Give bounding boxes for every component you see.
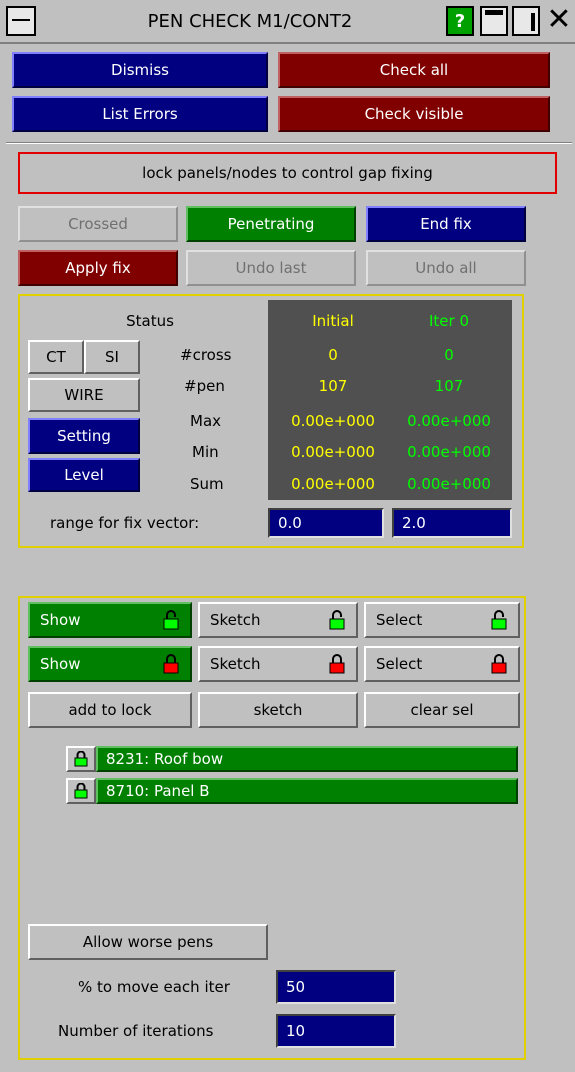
- unlock-icon: [163, 610, 179, 630]
- show-label: Show: [40, 655, 81, 673]
- list-item[interactable]: 8710: Panel B: [66, 778, 518, 804]
- sketch-label: Sketch: [210, 611, 261, 629]
- minimize-button[interactable]: [480, 6, 508, 36]
- lock-icon: [74, 751, 88, 767]
- sum-initial: 0.00e+000: [291, 475, 375, 493]
- unlock-icon: [491, 610, 507, 630]
- lock-message: lock panels/nodes to control gap fixing: [18, 152, 557, 194]
- status-heading: Status: [126, 312, 174, 330]
- show-unlocked-button[interactable]: Show: [28, 602, 192, 638]
- range-min-field[interactable]: 0.0: [268, 508, 384, 538]
- min-iter: 0.00e+000: [407, 443, 491, 461]
- question-icon: ?: [454, 10, 466, 32]
- wire-button[interactable]: WIRE: [28, 378, 140, 412]
- min-initial: 0.00e+000: [291, 443, 375, 461]
- max-iter: 0.00e+000: [407, 412, 491, 430]
- iterations-label: Number of iterations: [58, 1022, 214, 1040]
- row-label-cross: #cross: [180, 346, 232, 364]
- range-max-field[interactable]: 2.0: [392, 508, 512, 538]
- col-initial-header: Initial: [312, 312, 354, 330]
- end-fix-button[interactable]: End fix: [366, 206, 526, 242]
- row-label-pen: #pen: [184, 377, 225, 395]
- check-all-button[interactable]: Check all: [278, 52, 550, 88]
- select-locked-button[interactable]: Select: [364, 646, 520, 682]
- divider: [6, 142, 572, 144]
- undo-last-button[interactable]: Undo last: [186, 250, 356, 286]
- maximize-icon: [531, 13, 535, 31]
- col-iter-header: Iter 0: [428, 312, 469, 330]
- lock-icon: [163, 654, 179, 674]
- row-lock-toggle[interactable]: [66, 778, 96, 804]
- penetrating-button[interactable]: Penetrating: [186, 206, 356, 242]
- sum-iter: 0.00e+000: [407, 475, 491, 493]
- allow-worse-pens-button[interactable]: Allow worse pens: [28, 924, 268, 960]
- undo-all-button[interactable]: Undo all: [366, 250, 526, 286]
- list-errors-button[interactable]: List Errors: [12, 96, 268, 132]
- list-item-label: 8231: Roof bow: [96, 746, 518, 772]
- lock-icon: [74, 783, 88, 799]
- clear-sel-button[interactable]: clear sel: [364, 692, 520, 728]
- status-grid: [268, 300, 512, 500]
- help-button[interactable]: ?: [446, 6, 474, 36]
- row-label-min: Min: [192, 443, 219, 461]
- sketch-locked-button[interactable]: Sketch: [198, 646, 358, 682]
- pct-move-label: % to move each iter: [78, 978, 230, 996]
- select-label: Select: [376, 655, 423, 673]
- iterations-field[interactable]: 10: [276, 1014, 396, 1048]
- ct-button[interactable]: CT: [28, 340, 84, 374]
- system-menu-button[interactable]: [6, 6, 36, 36]
- max-initial: 0.00e+000: [291, 412, 375, 430]
- select-unlocked-button[interactable]: Select: [364, 602, 520, 638]
- row-label-sum: Sum: [190, 475, 224, 493]
- pen-initial: 107: [318, 377, 348, 395]
- close-button[interactable]: ✕: [544, 5, 574, 36]
- show-locked-button[interactable]: Show: [28, 646, 192, 682]
- add-to-lock-button[interactable]: add to lock: [28, 692, 192, 728]
- cross-initial: 0: [328, 346, 338, 364]
- dismiss-button[interactable]: Dismiss: [12, 52, 268, 88]
- si-button[interactable]: SI: [84, 340, 140, 374]
- sketch-unlocked-button[interactable]: Sketch: [198, 602, 358, 638]
- check-visible-button[interactable]: Check visible: [278, 96, 550, 132]
- level-button[interactable]: Level: [28, 458, 140, 492]
- window-title: PEN CHECK M1/CONT2: [147, 11, 353, 32]
- pct-move-field[interactable]: 50: [276, 970, 396, 1004]
- sketch-label: Sketch: [210, 655, 261, 673]
- list-item[interactable]: 8231: Roof bow: [66, 746, 518, 772]
- select-label: Select: [376, 611, 423, 629]
- close-icon: ✕: [546, 2, 572, 37]
- unlock-icon: [329, 610, 345, 630]
- sketch-button[interactable]: sketch: [198, 692, 358, 728]
- title-bar: PEN CHECK M1/CONT2 ? ✕: [0, 0, 575, 44]
- apply-fix-button[interactable]: Apply fix: [18, 250, 178, 286]
- list-item-label: 8710: Panel B: [96, 778, 518, 804]
- minus-icon: [12, 19, 30, 21]
- minimize-icon: [485, 10, 503, 15]
- cross-iter: 0: [444, 346, 454, 364]
- row-label-max: Max: [190, 412, 222, 430]
- row-lock-toggle[interactable]: [66, 746, 96, 772]
- maximize-button[interactable]: [512, 6, 540, 36]
- lock-icon: [329, 654, 345, 674]
- setting-button[interactable]: Setting: [28, 418, 140, 454]
- show-label: Show: [40, 611, 81, 629]
- pen-iter: 107: [434, 377, 464, 395]
- lock-icon: [491, 654, 507, 674]
- range-label: range for fix vector:: [50, 514, 200, 532]
- crossed-button[interactable]: Crossed: [18, 206, 178, 242]
